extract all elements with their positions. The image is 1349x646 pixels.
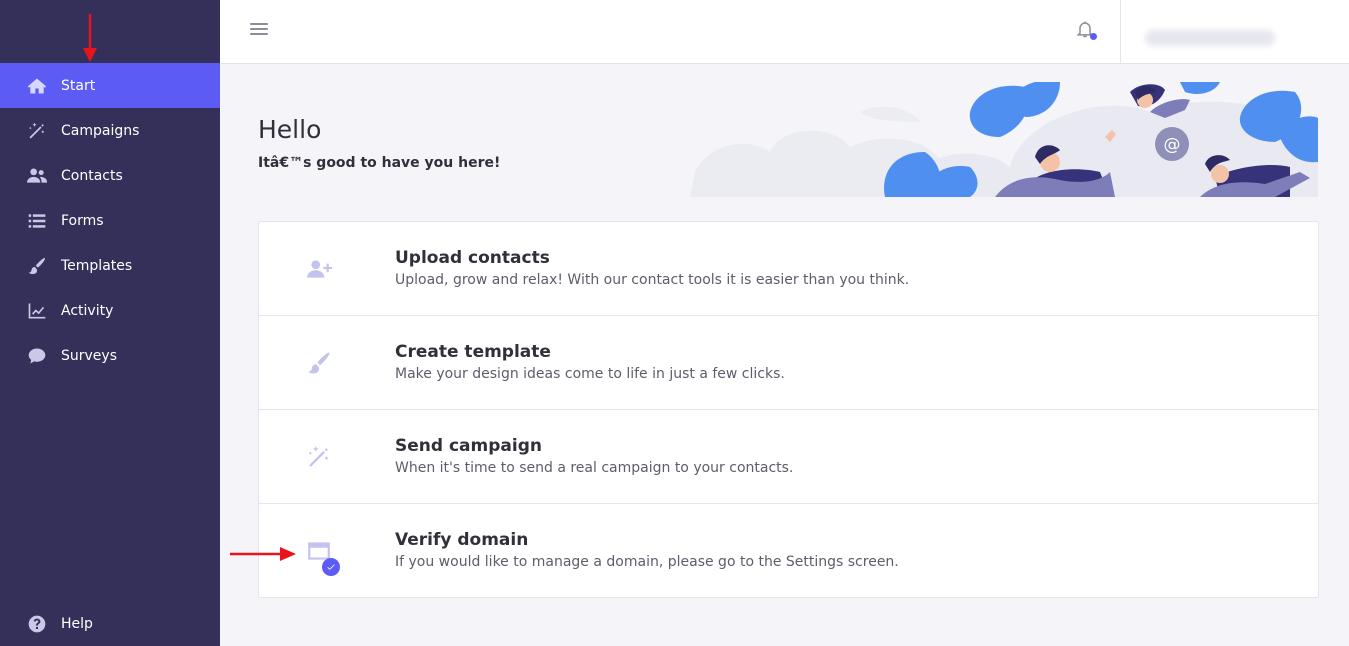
chart-line-icon <box>27 301 47 321</box>
sidebar-item-forms[interactable]: Forms <box>0 198 220 243</box>
hero-illustration: @ <box>680 82 1318 197</box>
sidebar-item-label: Start <box>61 77 96 94</box>
list-item-title: Upload contacts <box>395 248 550 268</box>
sidebar-item-templates[interactable]: Templates <box>0 243 220 288</box>
sidebar-item-campaigns[interactable]: Campaigns <box>0 108 220 153</box>
sidebar-item-contacts[interactable]: Contacts <box>0 153 220 198</box>
brush-icon <box>27 256 47 276</box>
magic-wand-icon <box>304 442 334 472</box>
divider <box>1120 0 1121 64</box>
list-item-title: Send campaign <box>395 436 542 456</box>
sidebar-item-label: Contacts <box>61 167 123 184</box>
bell-icon[interactable] <box>1075 18 1097 42</box>
annotation-arrow-right-icon <box>230 547 296 561</box>
user-menu[interactable] <box>1145 30 1275 46</box>
hamburger-icon[interactable] <box>250 20 268 38</box>
notification-dot <box>1090 33 1097 40</box>
list-item-title: Verify domain <box>395 530 529 550</box>
home-icon <box>27 76 47 96</box>
sidebar: Start Campaigns Contacts Forms Templates… <box>0 0 220 646</box>
question-circle-icon <box>27 614 47 634</box>
sidebar-item-surveys[interactable]: Surveys <box>0 333 220 378</box>
sidebar-item-help[interactable]: Help <box>0 601 220 646</box>
list-item-send-campaign[interactable]: Send campaign When it's time to send a r… <box>259 410 1318 504</box>
page-title: Hello <box>258 115 322 144</box>
sidebar-item-label: Activity <box>61 302 114 319</box>
list-item-upload-contacts[interactable]: Upload contacts Upload, grow and relax! … <box>259 222 1318 316</box>
sidebar-item-activity[interactable]: Activity <box>0 288 220 333</box>
list-item-description: If you would like to manage a domain, pl… <box>395 554 899 570</box>
chat-bubble-icon <box>27 346 47 366</box>
list-item-description: Upload, grow and relax! With our contact… <box>395 272 910 288</box>
onboarding-task-list: Upload contacts Upload, grow and relax! … <box>258 221 1319 598</box>
sidebar-item-label: Campaigns <box>61 122 140 139</box>
list-item-create-template[interactable]: Create template Make your design ideas c… <box>259 316 1318 410</box>
sidebar-item-label: Forms <box>61 212 104 229</box>
page-subtitle: Itâ€™s good to have you here! <box>258 155 501 171</box>
list-item-title: Create template <box>395 342 551 362</box>
list-item-verify-domain[interactable]: Verify domain If you would like to manag… <box>259 504 1318 598</box>
sidebar-item-label: Templates <box>61 257 133 274</box>
sidebar-item-label: Help <box>61 615 93 632</box>
list-item-description: When it's time to send a real campaign t… <box>395 460 794 476</box>
users-icon <box>27 166 47 186</box>
list-item-description: Make your design ideas come to life in j… <box>395 366 785 382</box>
user-plus-icon <box>304 254 334 284</box>
top-bar <box>220 0 1349 64</box>
brush-icon <box>304 348 334 378</box>
sidebar-item-label: Surveys <box>61 347 117 364</box>
annotation-arrow-down-icon <box>83 14 97 62</box>
checkmark-badge-icon <box>322 558 340 576</box>
svg-text:@: @ <box>1164 135 1181 155</box>
list-icon <box>27 211 47 231</box>
magic-wand-icon <box>27 121 47 141</box>
sidebar-item-start[interactable]: Start <box>0 63 220 108</box>
